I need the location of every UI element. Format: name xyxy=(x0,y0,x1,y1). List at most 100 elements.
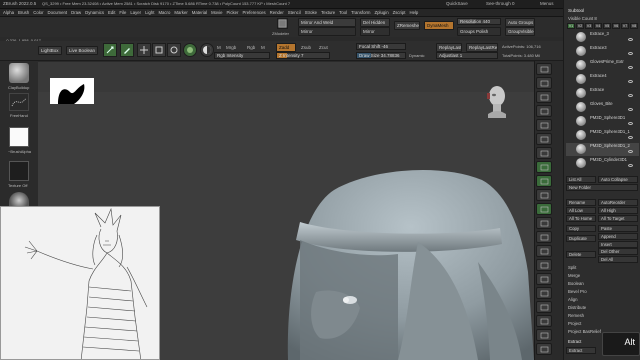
eye-icon[interactable] xyxy=(628,164,633,167)
eye-icon[interactable] xyxy=(628,150,633,153)
linefill-icon[interactable] xyxy=(536,273,552,285)
menu-item-picker[interactable]: Picker xyxy=(227,10,239,15)
zcut-toggle[interactable]: Zcut xyxy=(319,45,328,50)
ghost-icon[interactable] xyxy=(536,315,552,327)
move-icon[interactable] xyxy=(536,231,552,243)
auto-collapse-button[interactable]: Auto Collapse xyxy=(598,176,638,183)
focal-shift-slider[interactable]: Focal Shift -46 xyxy=(356,43,406,50)
boolean-section[interactable]: Boolean xyxy=(568,281,584,286)
groups-polish-button[interactable]: Groups Polish xyxy=(457,27,501,36)
del-other-button[interactable]: Del Other xyxy=(598,248,638,255)
brush-thumbnail[interactable] xyxy=(9,63,29,83)
zmodeler-icon[interactable] xyxy=(277,18,288,29)
all-to-target-button[interactable]: All To Target xyxy=(598,215,638,222)
subtool-item[interactable]: Gloves_Bite xyxy=(566,101,639,114)
visibility-set-v2[interactable]: V2 xyxy=(576,23,584,29)
menu-item-texture[interactable]: Texture xyxy=(321,10,335,15)
delete-button[interactable]: Delete xyxy=(566,251,596,258)
menu-item-material[interactable]: Material xyxy=(192,10,207,15)
alpha-thumbnail[interactable] xyxy=(9,127,29,147)
menu-item-render[interactable]: Render xyxy=(270,10,284,15)
remesh-section[interactable]: Remesh xyxy=(568,313,584,318)
all-high-button[interactable]: All High xyxy=(598,207,638,214)
rgb-intensity-slider[interactable]: Rgb Intensity xyxy=(214,52,270,59)
subtool-item[interactable]: Extrace3 xyxy=(566,45,639,58)
menu-item-layer[interactable]: Layer xyxy=(130,10,141,15)
menu-item-brush[interactable]: Brush xyxy=(18,10,29,15)
subtool-item[interactable]: Extrace xyxy=(566,87,639,100)
menu-item-dynamics[interactable]: Dynamics xyxy=(85,10,104,15)
split-section[interactable]: Split xyxy=(568,265,576,270)
visible-count[interactable]: Visible Count 8 xyxy=(568,16,597,21)
actual-icon[interactable] xyxy=(536,119,552,131)
auto-groups-button[interactable]: Auto Groups xyxy=(505,18,535,27)
visibility-set-v1[interactable]: V1 xyxy=(567,23,575,29)
menu-item-alpha[interactable]: Alpha xyxy=(3,10,14,15)
subtool-item[interactable]: PM3D_Sphere3D1 xyxy=(566,115,639,128)
merge-section[interactable]: Merge xyxy=(568,273,580,278)
menu-item-draw[interactable]: Draw xyxy=(71,10,81,15)
menu-item-tool[interactable]: Tool xyxy=(339,10,347,15)
m2-toggle[interactable]: M xyxy=(261,45,265,50)
visibility-set-v7[interactable]: V7 xyxy=(621,23,629,29)
subtool-item[interactable]: PM3D_Sphere3D1_2 xyxy=(566,143,639,156)
insert-button[interactable]: Insert xyxy=(598,241,638,248)
eye-icon[interactable] xyxy=(628,136,633,139)
extract-section[interactable]: Extract xyxy=(568,339,581,344)
replay-last-rel-button[interactable]: ReplayLastRel xyxy=(466,43,498,52)
menu-item-edit[interactable]: Edit xyxy=(108,10,115,15)
copy-button[interactable]: Copy xyxy=(566,225,596,232)
duplicate-button[interactable]: Duplicate xyxy=(566,235,596,242)
subtool-item[interactable]: PM3D_Sphere3D1_1 xyxy=(566,129,639,142)
subtool-title[interactable]: Subtool xyxy=(568,9,584,14)
solo-icon[interactable] xyxy=(536,329,552,341)
menus-button[interactable]: Menus xyxy=(540,1,554,6)
subtool-item[interactable]: Extrace_3 xyxy=(566,31,639,44)
visibility-set-v4[interactable]: V4 xyxy=(594,23,602,29)
rgb-toggle[interactable]: Rgb xyxy=(247,45,255,50)
draw-mode-icon[interactable] xyxy=(120,43,134,57)
menu-item-document[interactable]: Document xyxy=(48,10,68,15)
menu-item-zscript[interactable]: Zscript xyxy=(393,10,406,15)
eye-icon[interactable] xyxy=(628,52,633,55)
lsym-icon[interactable] xyxy=(536,189,552,201)
z-intensity-slider[interactable]: Z Intensity 7 xyxy=(276,52,330,59)
distribute-section[interactable]: Distribute xyxy=(568,305,586,310)
local-icon[interactable] xyxy=(536,175,552,187)
bevel-pro-section[interactable]: Bevel Pro xyxy=(568,289,587,294)
menu-item-movie[interactable]: Movie xyxy=(211,10,222,15)
xpose-icon[interactable] xyxy=(536,343,552,355)
project-bas-relief-section[interactable]: Project BasRelief xyxy=(568,329,601,334)
dynamic-toggle[interactable]: Dynamic xyxy=(409,53,425,58)
aahalf-icon[interactable] xyxy=(536,133,552,145)
menu-item-file[interactable]: File xyxy=(119,10,126,15)
edit-mode-icon[interactable] xyxy=(103,43,117,57)
visibility-set-v3[interactable]: V3 xyxy=(585,23,593,29)
mirror2-button[interactable]: Mirror xyxy=(360,27,390,36)
seethrough-slider[interactable]: See-through 0 xyxy=(486,1,515,6)
scale-icon[interactable] xyxy=(536,245,552,257)
scroll-icon[interactable] xyxy=(536,91,552,103)
menu-item-preferences[interactable]: Preferences xyxy=(242,10,265,15)
eye-icon[interactable] xyxy=(628,38,633,41)
visibility-set-v8[interactable]: V8 xyxy=(630,23,638,29)
lightbox-button[interactable]: LightBox xyxy=(38,46,62,55)
mirror-and-weld-button[interactable]: Mirror And Weld xyxy=(298,18,356,27)
subtool-item[interactable]: GlovesPrime_Extr xyxy=(566,59,639,72)
stroke-thumbnail[interactable] xyxy=(9,93,29,111)
polyf-icon[interactable] xyxy=(536,287,552,299)
spix-icon[interactable] xyxy=(536,77,552,89)
group-visible-button[interactable]: GroupVisible xyxy=(505,27,535,36)
menu-item-stroke[interactable]: Stroke xyxy=(305,10,317,15)
zremesher-button[interactable]: ZRemesher xyxy=(394,21,420,30)
draw-size-slider[interactable]: Draw Size 34.78836 xyxy=(356,52,406,59)
texture-thumbnail[interactable] xyxy=(9,161,29,181)
eye-icon[interactable] xyxy=(628,80,633,83)
dynamesh-button[interactable]: DynaMesh xyxy=(424,21,454,30)
resolution-slider[interactable]: Resolution 440 xyxy=(457,18,501,25)
mirror-button[interactable]: Mirror xyxy=(298,27,356,36)
new-folder-button[interactable]: New Folder xyxy=(566,184,638,191)
menu-item-transform[interactable]: Transform xyxy=(351,10,370,15)
menu-item-zplugin[interactable]: Zplugin xyxy=(374,10,388,15)
visibility-set-v5[interactable]: V5 xyxy=(603,23,611,29)
